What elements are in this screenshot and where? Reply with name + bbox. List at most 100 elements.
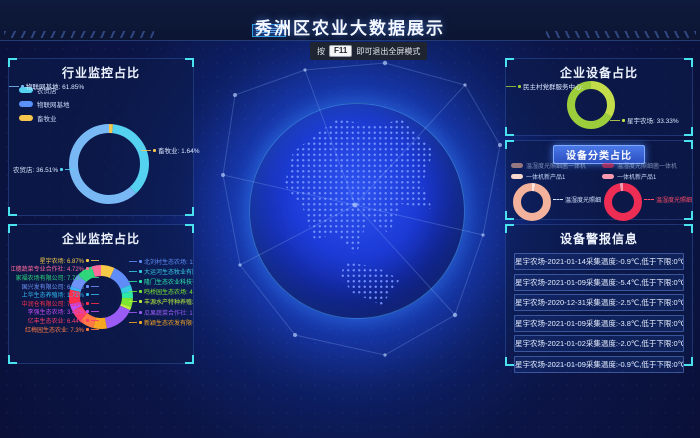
panel-device-classification: 设备分类占比 温湿度光照细菌一体机 一体机新产品1 温湿度光照细菌一… — [505, 140, 693, 220]
legend-label: 温湿度光照细菌一体机 — [617, 161, 677, 170]
callout-dot — [139, 260, 142, 263]
callout-text: 丰源水产特种养殖场: 1.72% — [144, 297, 193, 306]
callout-dot — [86, 302, 89, 305]
panel-corner — [185, 355, 194, 364]
callout-dash-line — [644, 199, 654, 200]
legend-item[interactable]: 物联网基地 — [19, 99, 70, 109]
panel-corner — [8, 224, 17, 233]
callout-text: 上华生态养殖场: 1.72% — [22, 290, 84, 299]
callout-line — [91, 268, 99, 269]
legend-item[interactable]: 畜牧业 — [19, 113, 70, 123]
callout-dot — [86, 319, 89, 322]
callout-text: 民主村党群服务中心: — [523, 81, 583, 91]
callout-line — [91, 277, 99, 278]
industry-donut-chart[interactable] — [69, 124, 149, 204]
alarm-row: 星宇农场-2021-01-09采集温度:-0.9℃,低于下限:0℃ — [514, 356, 684, 373]
panel-corner — [185, 224, 194, 233]
alarm-row: 星宇农场-2021-01-02采集温度:-2.0℃,低于下限:0℃ — [514, 335, 684, 352]
callout-dot — [518, 85, 521, 88]
enterprise-label: 瓜果蔬菜合作社: 15.02% — [129, 307, 193, 317]
callout-line — [91, 294, 99, 295]
panel-industry-monitor: 行业监控占比 农贸店 物联网基地 畜牧业 畜牧业: 1.64% — [8, 58, 194, 216]
enterprise-label: 家福农场有限公司: 7.72% — [11, 273, 99, 282]
fullscreen-tooltip: 按 F11 即可退出全屏模式 — [310, 42, 427, 60]
callout-dot — [60, 168, 63, 171]
callout-text: 温湿度光照细菌一… — [565, 195, 601, 204]
callout-dot — [86, 285, 89, 288]
enterprise-label: 中润仓有限公司: 7.29% — [11, 299, 99, 308]
panel-corner — [505, 140, 514, 149]
slice-callout: 民主村党群服务中心: — [506, 81, 583, 91]
device-class-group-2: 温湿度光照细菌一体机 一体机新产品1 温湿度光照细菌一… — [602, 161, 692, 219]
panel-corner — [505, 224, 514, 233]
device-callout-1: 温湿度光照细菌一… — [553, 195, 601, 204]
panel-corner — [8, 355, 17, 364]
callout-text: 星宇农场: 33.33% — [627, 115, 679, 125]
panel-corner — [505, 127, 514, 136]
callout-text: 李强生态农场: 3.42% — [28, 308, 84, 317]
enterprise-label: 鸣桥园生态农场: 4.29% — [129, 287, 193, 297]
callout-text: 新颖生态农发有限公司: 6.87% — [144, 318, 193, 327]
alarm-row: 星宇农场-2021-01-09采集温度:-5.4℃,低于下限:0℃ — [514, 274, 684, 291]
device-legend-2: 温湿度光照细菌一体机 一体机新产品1 — [602, 161, 692, 181]
panel-corner — [684, 140, 693, 149]
legend-item[interactable]: 一体机新产品1 — [602, 172, 692, 181]
callout-line — [129, 281, 137, 282]
callout-line — [91, 303, 99, 304]
slice-callout: 星宇农场: 33.33% — [610, 115, 679, 125]
callout-line — [91, 311, 99, 312]
enterprise-label: 北刘村生态农场: 11.56% — [129, 256, 193, 266]
panel-corner — [684, 224, 693, 233]
callout-dot — [86, 310, 89, 313]
callout-text: 物联网基地: 61.85% — [26, 81, 84, 91]
callout-text: 畜牧业: 1.64% — [158, 145, 200, 155]
f11-keycap: F11 — [329, 45, 352, 57]
panel-corner — [684, 127, 693, 136]
panel-corner — [8, 58, 17, 67]
device-legend-1: 温湿度光照细菌一体机 一体机新产品1 — [511, 161, 601, 181]
legend-swatch — [602, 174, 614, 179]
callout-line — [9, 86, 19, 87]
callout-dot — [139, 280, 142, 283]
enterprise-label: 李强生态农场: 3.42% — [11, 308, 99, 317]
callout-line — [91, 320, 99, 321]
device-callout-2: 温湿度光照细菌一… — [644, 195, 692, 204]
callout-text: 红穗蔬菜专业合作社: 4.72% — [11, 265, 84, 274]
panel-device-alarms: 设备警报信息 星宇农场-2021-01-14采集温度:-0.9℃,低于下限:0℃… — [505, 224, 693, 366]
device-donut-chart-2[interactable] — [604, 183, 642, 221]
panel-enterprise-monitor: 企业监控占比 星宇农场: 6.87% 红穗蔬菜专业合作社: 4.72% 家福农场… — [8, 224, 194, 364]
enterprise-label: 红梅园生态农业: 7.3% — [11, 325, 99, 334]
alarm-row: 星宇农场-2021-01-14采集温度:-0.9℃,低于下限:0℃ — [514, 253, 684, 270]
callout-dot — [139, 270, 142, 273]
panel-equipment-ratio: 企业设备占比 星宇农场: 33.33% 民主村党群服务中心: — [505, 58, 693, 136]
device-class-group-1: 温湿度光照细菌一体机 一体机新产品1 温湿度光照细菌一… — [511, 161, 601, 219]
callout-line — [129, 291, 137, 292]
enterprise-right-labels: 北刘村生态农场: 11.56% 大运河生态牧业有限责任公司 隆门生态农业科技有限… — [129, 256, 193, 327]
panel-corner — [505, 58, 514, 67]
callout-text: 星宇农场: 6.87% — [40, 256, 84, 265]
legend-item[interactable]: 一体机新产品1 — [511, 172, 601, 181]
dashboard: 秀洲区农业大数据展示 按 F11 即可退出全屏模式 行业监控占比 农贸店 物联网… — [0, 0, 700, 438]
callout-line — [129, 301, 137, 302]
callout-dot — [139, 321, 142, 324]
callout-line — [610, 120, 620, 121]
callout-text: 瓜果蔬菜合作社: 15.02% — [144, 308, 193, 317]
panel-title-industry: 行业监控占比 — [9, 64, 193, 81]
device-donut-chart-1[interactable] — [513, 183, 551, 221]
legend-swatch — [19, 101, 33, 107]
legend-item[interactable]: 温湿度光照细菌一体机 — [602, 161, 692, 170]
callout-dot — [86, 259, 89, 262]
callout-text: 红梅园生态农业: 7.3% — [25, 325, 84, 334]
legend-item[interactable]: 温湿度光照细菌一体机 — [511, 161, 601, 170]
callout-text: 隆门生态农业科技有限公司 — [144, 277, 193, 286]
tooltip-prefix: 按 — [317, 46, 325, 57]
panel-corner — [684, 357, 693, 366]
callout-dot — [21, 85, 24, 88]
callout-line — [129, 322, 137, 323]
panel-corner — [8, 207, 17, 216]
legend-swatch — [602, 163, 614, 168]
alarm-text: 星宇农场-2021-01-09采集温度:-0.9℃,低于下限:0℃ — [515, 360, 684, 369]
page-title: 秀洲区农业大数据展示 — [0, 14, 700, 39]
alarm-list: 星宇农场-2021-01-14采集温度:-0.9℃,低于下限:0℃ 星宇农场-20… — [514, 253, 684, 373]
legend-swatch — [19, 115, 33, 121]
